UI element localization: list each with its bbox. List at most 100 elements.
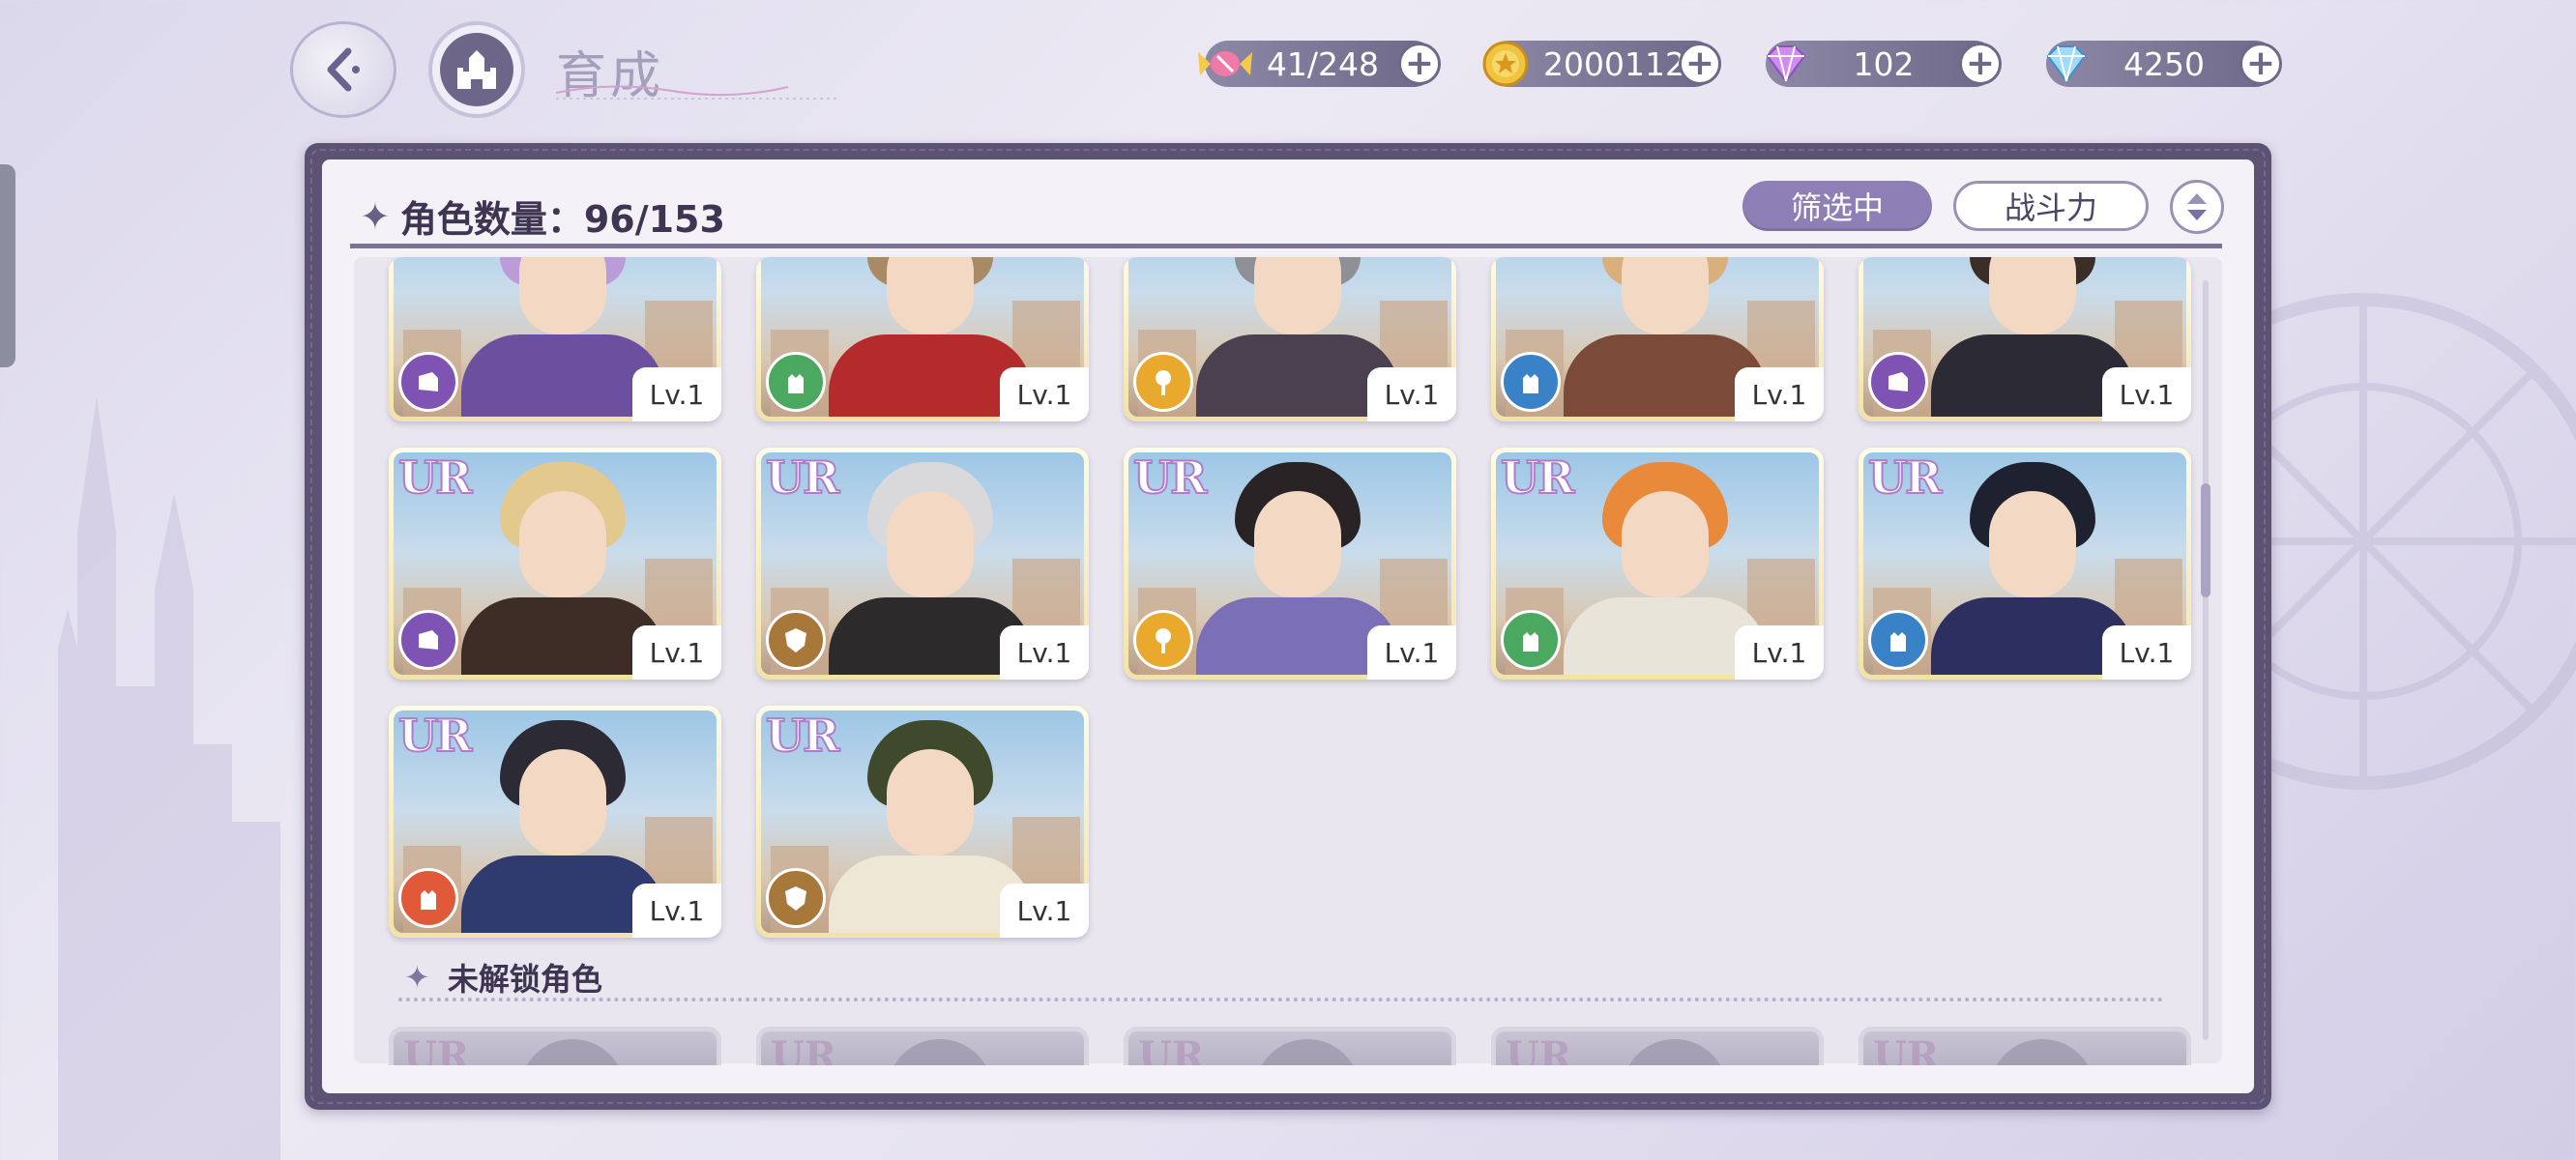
character-card[interactable]: Lv.1: [1124, 257, 1456, 421]
title-decoration: [556, 85, 836, 100]
rarity-badge: UR: [403, 1033, 470, 1065]
type-yellow-icon: [1133, 352, 1193, 412]
character-face: [1254, 257, 1341, 334]
level-label: Lv.1: [632, 367, 721, 421]
character-card[interactable]: Lv.1: [1491, 257, 1824, 421]
locked-portrait: [1989, 1039, 2095, 1065]
add-gold-button[interactable]: +: [1679, 43, 1721, 85]
type-brown-icon: [766, 868, 826, 928]
level-label: Lv.1: [1735, 367, 1824, 421]
castle-silhouette: [58, 396, 280, 1160]
type-yellow-icon: [1133, 610, 1193, 670]
character-card[interactable]: Lv.1: [756, 257, 1089, 421]
level-label: Lv.1: [1000, 625, 1089, 680]
level-label: Lv.1: [1367, 367, 1456, 421]
character-face: [519, 749, 606, 856]
character-face: [1989, 491, 2076, 597]
character-card[interactable]: UR Lv.1: [389, 706, 721, 938]
level-label: Lv.1: [632, 625, 721, 680]
locked-portrait: [519, 1039, 626, 1065]
sparkle-icon: ✦: [404, 959, 430, 996]
sort-arrows-icon: [2187, 193, 2207, 220]
gold-coin-icon: [1476, 35, 1536, 93]
character-face: [887, 749, 974, 856]
sort-order-toggle[interactable]: [2170, 180, 2224, 234]
add-candy-button[interactable]: +: [1398, 43, 1441, 85]
gold-counter: 20001120 +: [1482, 41, 1721, 87]
section-divider: [398, 998, 2164, 1001]
level-label: Lv.1: [1367, 625, 1456, 680]
type-red-icon: [398, 868, 458, 928]
rarity-badge: UR: [1132, 450, 1208, 505]
level-label: Lv.1: [1000, 367, 1089, 421]
locked-character-card[interactable]: UR: [1859, 1027, 2191, 1065]
candy-counter: 41/248 +: [1198, 41, 1441, 87]
character-face: [1254, 491, 1341, 597]
purple-gem-icon: [1756, 35, 1816, 93]
candy-icon: [1195, 35, 1255, 93]
rarity-badge: UR: [1500, 450, 1575, 505]
character-face: [887, 491, 974, 597]
sort-button[interactable]: 战斗力: [1953, 181, 2149, 231]
home-button[interactable]: [428, 21, 525, 118]
type-green-icon: [766, 352, 826, 412]
locked-portrait: [1622, 1039, 1728, 1065]
rarity-badge: UR: [1138, 1033, 1205, 1065]
type-purple-icon: [398, 610, 458, 670]
level-label: Lv.1: [632, 884, 721, 938]
back-arrow-icon: [327, 47, 360, 92]
character-card[interactable]: UR Lv.1: [1859, 448, 2191, 680]
level-label: Lv.1: [1000, 884, 1089, 938]
rarity-badge: UR: [397, 709, 473, 763]
character-card[interactable]: Lv.1: [389, 257, 721, 421]
filter-button[interactable]: 筛选中: [1742, 181, 1932, 231]
level-label: Lv.1: [2102, 367, 2191, 421]
type-blue-icon: [1501, 352, 1561, 412]
character-count: ✦ 角色数量：96/153: [360, 194, 725, 242]
add-diamond-button[interactable]: +: [2239, 43, 2282, 85]
character-card[interactable]: UR Lv.1: [756, 706, 1089, 938]
character-face: [519, 491, 606, 597]
side-drawer-handle[interactable]: [0, 164, 15, 367]
header-divider: [350, 244, 2222, 248]
blue-diamond-counter: 4250 +: [2046, 41, 2282, 87]
character-card[interactable]: UR Lv.1: [1491, 448, 1824, 680]
locked-character-card[interactable]: UR: [756, 1027, 1089, 1065]
character-card[interactable]: Lv.1: [1859, 257, 2191, 421]
character-face: [1989, 257, 2076, 334]
locked-character-card[interactable]: UR: [389, 1027, 721, 1065]
scrollbar-thumb[interactable]: [2201, 483, 2210, 597]
level-label: Lv.1: [1735, 625, 1824, 680]
type-brown-icon: [766, 610, 826, 670]
rarity-badge: UR: [1506, 1033, 1572, 1065]
sparkle-icon: ✦: [360, 194, 391, 238]
locked-portrait: [887, 1039, 993, 1065]
rarity-badge: UR: [765, 709, 840, 763]
locked-section-heading: ✦ 未解锁角色: [404, 959, 602, 998]
character-face: [887, 257, 974, 334]
rarity-badge: UR: [765, 450, 840, 505]
rarity-badge: UR: [397, 450, 473, 505]
character-card[interactable]: UR Lv.1: [389, 448, 721, 680]
locked-character-card[interactable]: UR: [1491, 1027, 1824, 1065]
add-purple-gem-button[interactable]: +: [1959, 43, 2002, 85]
character-face: [1622, 491, 1709, 597]
type-blue-icon: [1868, 610, 1928, 670]
level-label: Lv.1: [2102, 625, 2191, 680]
locked-portrait: [1254, 1039, 1361, 1065]
scrollbar-track[interactable]: [2203, 280, 2209, 1040]
type-purple-icon: [1868, 352, 1928, 412]
character-face: [519, 257, 606, 334]
castle-icon: [457, 50, 496, 89]
blue-diamond-icon: [2036, 35, 2096, 93]
character-face: [1622, 257, 1709, 334]
rarity-badge: UR: [771, 1033, 837, 1065]
character-card[interactable]: UR Lv.1: [756, 448, 1089, 680]
rarity-badge: UR: [1867, 450, 1943, 505]
locked-character-card[interactable]: UR: [1124, 1027, 1456, 1065]
type-purple-icon: [398, 352, 458, 412]
purple-gem-counter: 102 +: [1766, 41, 2002, 87]
character-card[interactable]: UR Lv.1: [1124, 448, 1456, 680]
type-green-icon: [1501, 610, 1561, 670]
back-button[interactable]: [290, 21, 396, 118]
